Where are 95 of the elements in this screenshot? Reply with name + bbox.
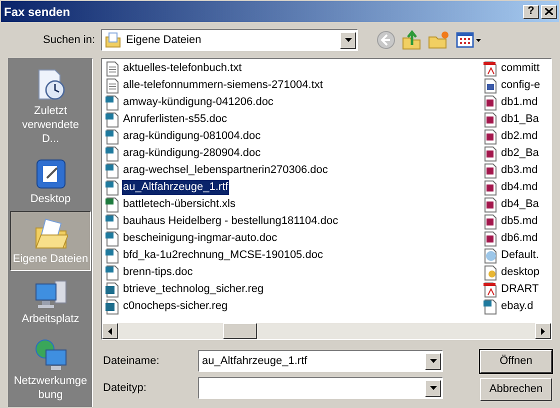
word-document-icon — [105, 128, 120, 144]
file-item[interactable]: c0nocheps-sicher.reg — [122, 299, 229, 314]
file-item[interactable]: ebay.d — [500, 299, 534, 314]
file-type-field[interactable] — [198, 377, 443, 399]
horizontal-scrollbar[interactable] — [102, 323, 551, 339]
scroll-left-button[interactable] — [102, 323, 118, 339]
globe-file-icon — [483, 248, 498, 264]
desktop-icon — [34, 158, 66, 190]
word-document-icon — [105, 146, 120, 162]
right-arrow-icon — [541, 328, 545, 334]
help-button[interactable]: ? — [523, 4, 539, 18]
file-item[interactable]: Anruferlisten-s55.doc — [122, 112, 228, 127]
database-file-icon — [483, 230, 498, 246]
places-item[interactable]: Arbeitsplatz — [10, 271, 91, 331]
database-file-icon — [483, 196, 498, 212]
network-computer-icon — [34, 338, 68, 372]
file-item[interactable]: arag-wechsel_lebenspartnerin270306.doc — [122, 163, 329, 178]
word-document-icon — [105, 112, 120, 128]
caret-icon — [344, 38, 352, 42]
file-item[interactable]: db4_Ba — [500, 197, 540, 212]
folder-icon — [34, 218, 68, 250]
file-item[interactable]: db4.md — [500, 180, 539, 195]
file-type-label: Dateityp: — [102, 380, 148, 396]
caret-icon — [430, 386, 436, 390]
file-item[interactable]: bauhaus Heidelberg - bestellung181104.doc — [122, 214, 340, 229]
file-item[interactable]: db2_Ba — [500, 146, 540, 161]
scroll-thumb[interactable] — [223, 323, 257, 339]
file-item[interactable]: amway-kündigung-041206.doc — [122, 95, 274, 110]
word-document-icon — [105, 162, 120, 178]
dropdown-button[interactable] — [425, 380, 441, 396]
close-button[interactable] — [541, 4, 557, 18]
word-document-icon — [105, 214, 120, 230]
file-item[interactable]: committ — [500, 61, 540, 76]
config-file-icon — [483, 78, 498, 94]
database-file-icon — [483, 112, 498, 128]
file-item[interactable]: Default. — [500, 248, 540, 263]
look-in-dropdown[interactable]: Eigene Dateien — [101, 29, 358, 51]
view-menu-icon[interactable] — [456, 30, 482, 50]
file-item[interactable]: db5.md — [500, 214, 539, 229]
file-item[interactable]: bescheinigung-ingmar-auto.doc — [122, 231, 278, 246]
places-item[interactable]: Netzwerkumgebung — [10, 331, 91, 407]
file-item[interactable]: desktop — [500, 265, 541, 280]
registry-file-icon — [105, 282, 120, 298]
file-item[interactable]: aktuelles-telefonbuch.txt — [122, 61, 243, 76]
file-item[interactable]: arag-kündigung-280904.doc — [122, 146, 262, 161]
look-in-value: Eigene Dateien — [126, 32, 202, 48]
places-item[interactable]: Zuletzt verwendete D... — [10, 61, 91, 151]
registry-file-icon — [105, 298, 120, 314]
left-arrow-icon — [108, 328, 112, 334]
dialog-button[interactable]: Abbrechen — [480, 378, 552, 401]
pdf-file-icon — [483, 282, 498, 298]
file-item[interactable]: arag-kündigung-081004.doc — [122, 129, 262, 144]
dropdown-button[interactable] — [340, 32, 356, 48]
pdf-file-icon — [483, 60, 498, 76]
documents-folder-icon — [105, 32, 121, 48]
file-item[interactable]: alle-telefonnummern-siemens-271004.txt — [122, 78, 324, 93]
database-file-icon — [483, 94, 498, 110]
computer-icon — [34, 278, 68, 310]
window-title: Fax senden — [4, 4, 70, 20]
word-document-icon — [105, 94, 120, 110]
file-item[interactable]: au_Altfahrzeuge_1.rtf — [122, 180, 230, 195]
word-document-icon — [105, 248, 120, 264]
dialog-button[interactable]: Öffnen — [480, 350, 552, 373]
file-item[interactable]: db1_Ba — [500, 112, 540, 127]
file-item[interactable]: brenn-tips.doc — [122, 265, 194, 280]
database-file-icon — [483, 214, 498, 230]
word-document-icon — [105, 264, 120, 280]
text-file-icon — [105, 78, 120, 94]
scroll-right-button[interactable] — [535, 323, 551, 339]
file-item[interactable]: db6.md — [500, 231, 539, 246]
database-file-icon — [483, 128, 498, 144]
database-file-icon — [483, 180, 498, 196]
database-file-icon — [483, 146, 498, 162]
file-item[interactable]: db2.md — [500, 129, 539, 144]
file-item[interactable]: db3.md — [500, 163, 539, 178]
settings-file-icon — [483, 264, 498, 280]
file-item[interactable]: db1.md — [500, 95, 539, 110]
word-document-icon — [105, 230, 120, 246]
look-in-label: Suchen in: — [42, 32, 96, 48]
file-name-label: Dateiname: — [102, 354, 160, 369]
database-file-icon — [483, 162, 498, 178]
word-document-icon — [483, 298, 498, 314]
places-item[interactable]: Desktop — [10, 151, 91, 211]
word-document-icon — [105, 180, 120, 196]
file-item[interactable]: battletech-übersicht.xls — [122, 197, 236, 212]
close-icon — [545, 8, 553, 15]
file-item[interactable]: bfd_ka-1u2rechnung_MCSE-190105.doc — [122, 248, 324, 263]
dropdown-button[interactable] — [425, 352, 441, 370]
spreadsheet-icon — [105, 196, 120, 212]
file-item[interactable]: btrieve_technolog_sicher.reg — [122, 282, 265, 297]
caret-icon — [430, 359, 436, 363]
file-item[interactable]: config-e — [500, 78, 542, 93]
file-item[interactable]: DRART — [500, 282, 540, 297]
text-file-icon — [105, 60, 120, 76]
file-name-field[interactable]: au_Altfahrzeuge_1.rtf — [198, 350, 443, 372]
